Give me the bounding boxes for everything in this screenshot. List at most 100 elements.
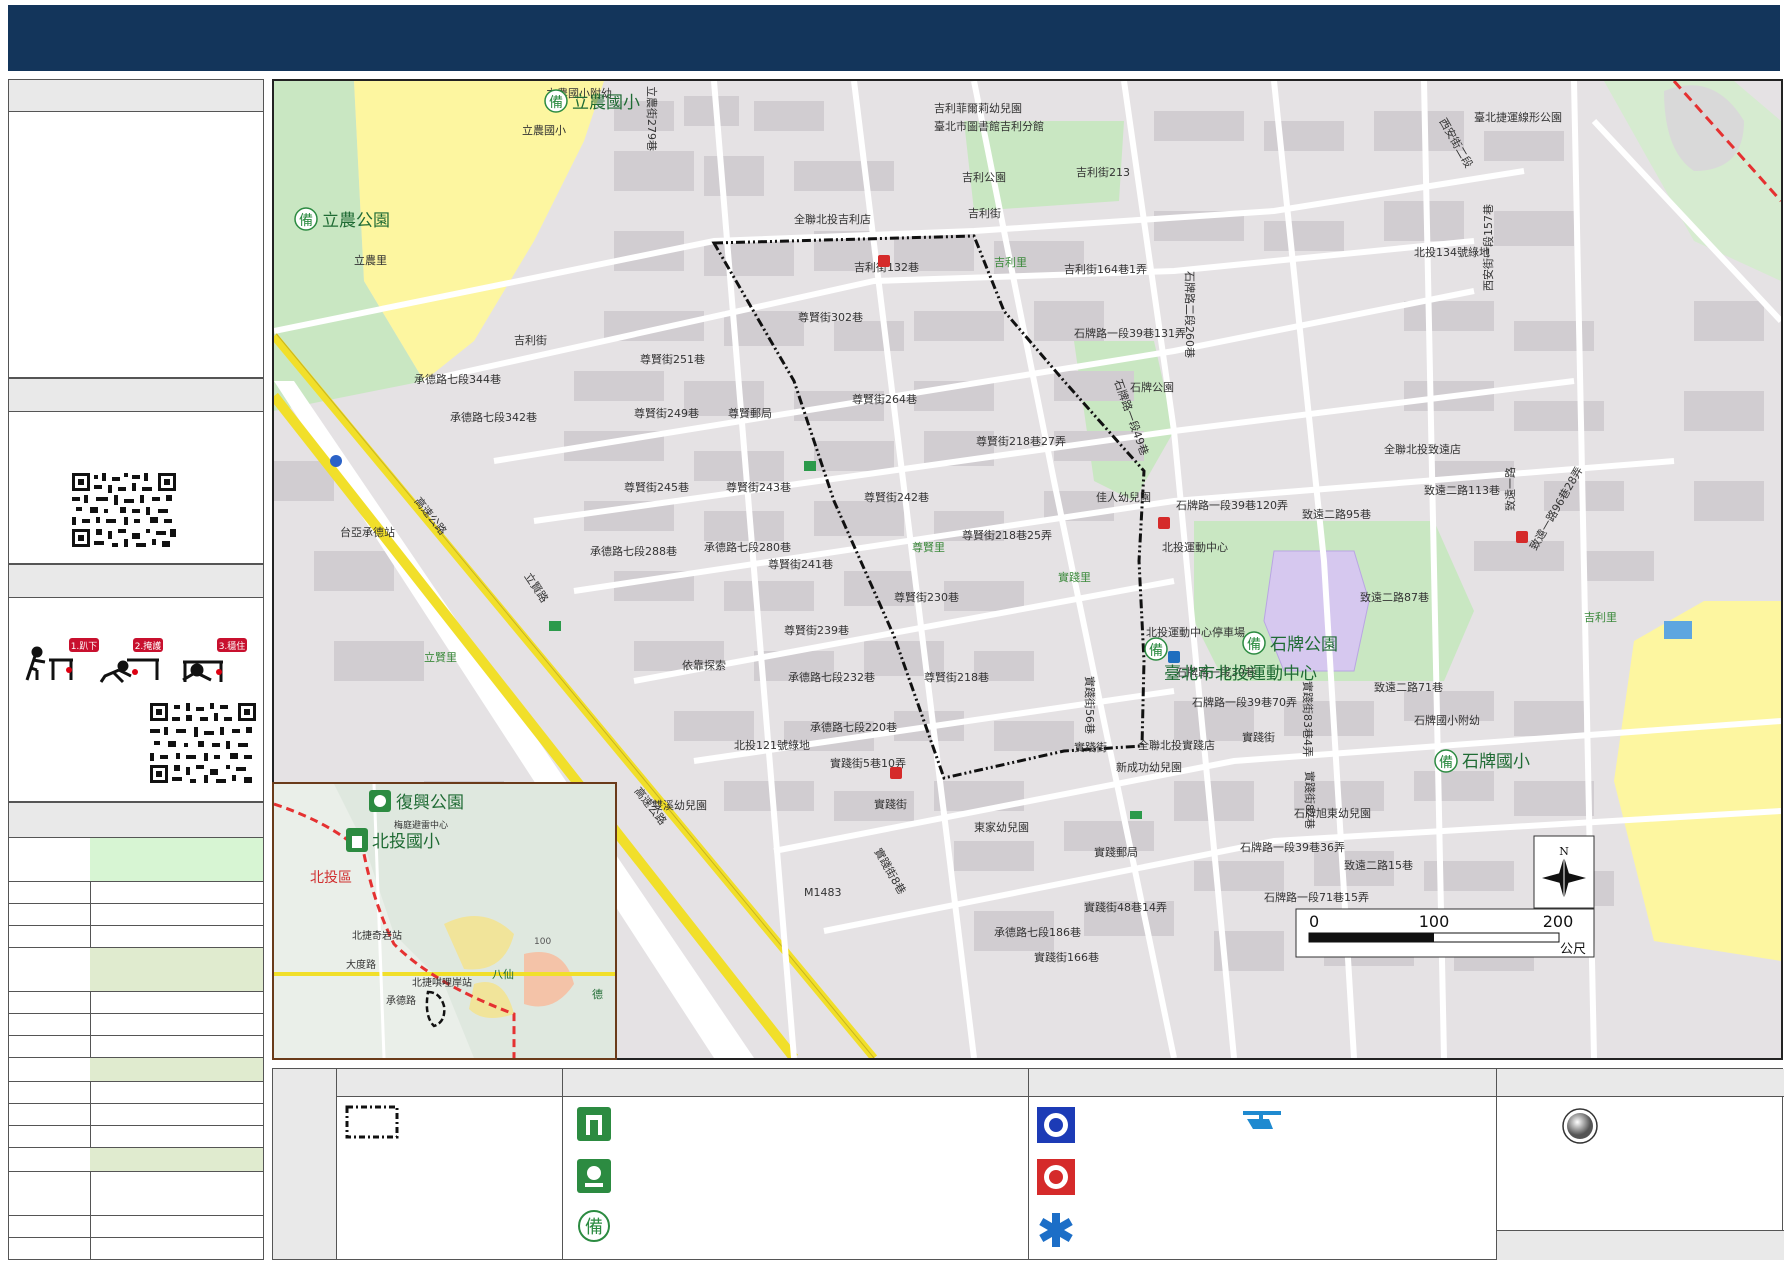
svg-text:備: 備 (1439, 755, 1453, 771)
scale-bar: 0 100 200 公尺 (1295, 908, 1595, 958)
label-beitou-121: 北投121號綠地 (734, 738, 810, 752)
label-sports-parking: 北投運動中心停車場 (1146, 625, 1245, 639)
drill-panel-header (8, 564, 264, 598)
table-row (8, 948, 264, 992)
label-taiya: 台亞承德站 (340, 525, 395, 539)
label-zunxian-264: 尊賢街264巷 (852, 392, 917, 406)
table-row (8, 838, 264, 882)
label-shipai-71-15: 石牌路一段71巷15弄 (1264, 890, 1369, 904)
label-zunxian-218: 尊賢街218巷 (924, 670, 989, 684)
label-shipai-39-131: 石牌路一段39巷131弄 (1074, 326, 1186, 340)
fire-station-icon (1516, 531, 1528, 543)
label-dongjia-kinder: 東家幼兒園 (974, 820, 1029, 834)
table-row (8, 1104, 264, 1126)
label-shipai-elem-annex: 石牌國小附幼 (1414, 713, 1480, 727)
label-shijian-st-2: 實踐街 (1074, 740, 1107, 754)
inset-chengde-rd: 承德路 (386, 994, 416, 1007)
evac-marker-shipai-park[interactable]: 備 (1242, 631, 1266, 655)
poi-shipai-elem: 石牌國小 (1462, 752, 1530, 772)
table-row (8, 1216, 264, 1238)
table-row (8, 1126, 264, 1148)
label-zunxian-245: 尊賢街245巷 (624, 480, 689, 494)
label-sign-82: 實踐街82巷 (1303, 771, 1317, 829)
label-zhiyuan-2-15: 致遠二路15巷 (1344, 858, 1413, 872)
label-xian-an-157: 西安街一段157巷 (1481, 204, 1495, 291)
svg-text:1.趴下: 1.趴下 (71, 641, 98, 652)
highway-shield-icon (330, 455, 342, 467)
evac-marker-shipai-elem[interactable]: 備 (1434, 749, 1458, 773)
inset-meiting: 梅庭避雷中心 (394, 819, 448, 831)
qr-code-drill-icon[interactable] (150, 703, 256, 783)
label-jili-kinder: 吉利菲爾莉幼兒園 (934, 102, 1022, 115)
svg-text:3.穩住: 3.穩住 (219, 640, 246, 652)
helipad-icon (1243, 1111, 1281, 1129)
legend-col-shelter: 備 (563, 1097, 1029, 1259)
table-row (8, 1058, 264, 1082)
svg-text:備: 備 (585, 1217, 603, 1238)
poi-shipai-park: 石牌公園 (1270, 635, 1338, 655)
label-zunxian-251: 尊賢街251巷 (640, 352, 705, 366)
evac-marker-lino-elem[interactable]: 備 (544, 89, 568, 113)
label-shijian-st: 實踐街 (1242, 730, 1275, 744)
svg-text:備: 備 (299, 213, 313, 229)
label-shipai-39-120: 石牌路一段39巷120弄 (1176, 498, 1288, 512)
label-lixian-li: 立賢里 (424, 650, 457, 664)
label-fmart-shijian: 全聯北投實踐店 (1138, 738, 1215, 752)
label-zunxian-218-25: 尊賢街218巷25弄 (962, 528, 1052, 542)
label-zunxian-post: 尊賢郵局 (728, 406, 772, 420)
park-shelter-icon (577, 1159, 611, 1193)
label-m1483: M1483 (804, 886, 842, 899)
legend-header-boundary (337, 1069, 563, 1097)
standby-shelter-icon: 備 (578, 1210, 610, 1242)
label-zunxian-242: 尊賢街242巷 (864, 490, 929, 504)
bus-stop-icon (804, 461, 816, 471)
label-zunxian-230: 尊賢街230巷 (894, 590, 959, 604)
qr-panel-body (8, 412, 264, 564)
poi-sports-center: 臺北市北投運動中心 (1164, 664, 1317, 684)
label-jili-st-2: 吉利街 (968, 206, 1001, 220)
label-shijian-li: 實踐里 (1058, 570, 1091, 584)
drill-panel-body: 1.趴下 2.掩護 3.穩住 (8, 598, 264, 802)
evac-marker-sports-center[interactable]: 備 (1144, 637, 1168, 661)
label-beitou-134: 北投134號綠地 (1414, 245, 1490, 259)
label-fmart-jili: 全聯北投吉利店 (794, 212, 871, 226)
inset-elev: 100 (534, 937, 551, 947)
label-sign-279: 立農街279巷 (645, 86, 659, 151)
table-row (8, 1238, 264, 1260)
table-row (8, 1082, 264, 1104)
label-chengde-232: 承德路七段232巷 (788, 670, 875, 684)
label-chengde-280: 承德路七段280巷 (704, 540, 791, 554)
label-zunxian-243: 尊賢街243巷 (726, 480, 791, 494)
bus-stop-icon (1130, 811, 1142, 819)
drop-cover-hold-icon (25, 646, 223, 684)
title-banner (8, 5, 1780, 71)
fire-station-icon (890, 767, 902, 779)
svg-text:備: 備 (1149, 643, 1163, 659)
legend-side-header (273, 1069, 337, 1259)
label-shijian-st-3: 實踐街 (874, 797, 907, 811)
label-sports-center-small: 北投運動中心 (1162, 540, 1228, 554)
park-marker-icon (369, 790, 391, 812)
label-zunxian-239: 尊賢街239巷 (784, 623, 849, 637)
label-xingxiang: 依靠探索 (682, 658, 726, 672)
label-zunxian-218-27: 尊賢街218巷27弄 (976, 434, 1066, 448)
gathering-point-icon (1562, 1108, 1598, 1144)
label-zunxian-302: 尊賢街302巷 (798, 310, 863, 324)
label-chengde-288: 承德路七段288巷 (590, 544, 677, 558)
label-jiayi-li: 吉利里 (1584, 611, 1617, 624)
label-sign-83-4: 實踐街83巷4弄 (1301, 681, 1315, 757)
info-panel-header (8, 79, 264, 112)
fire-station-icon (1158, 517, 1170, 529)
inset-map[interactable]: 復興公園 梅庭避雷中心 北投國小 北投區 北捷奇岩站 大度路 北捷唭哩岸站 承德… (272, 782, 617, 1060)
parking-icon (1168, 651, 1180, 663)
evac-marker-lino-park[interactable]: 備 (294, 207, 318, 231)
label-jili-lib: 臺北市圖書館吉利分館 (934, 119, 1044, 133)
scale-tick-100: 100 (1419, 912, 1450, 931)
label-sign-260: 石牌路二段260巷 (1183, 271, 1197, 358)
label-jili-213: 吉利街213 (1076, 165, 1130, 179)
label-chengde-186: 承德路七段186巷 (994, 925, 1081, 939)
inset-qiyan-stn: 北捷奇岩站 (352, 929, 402, 942)
label-zhiyuan-fmart: 全聯北投致遠店 (1384, 442, 1461, 456)
shelter-marker-icon (346, 828, 368, 852)
qr-code-icon[interactable] (72, 473, 176, 547)
